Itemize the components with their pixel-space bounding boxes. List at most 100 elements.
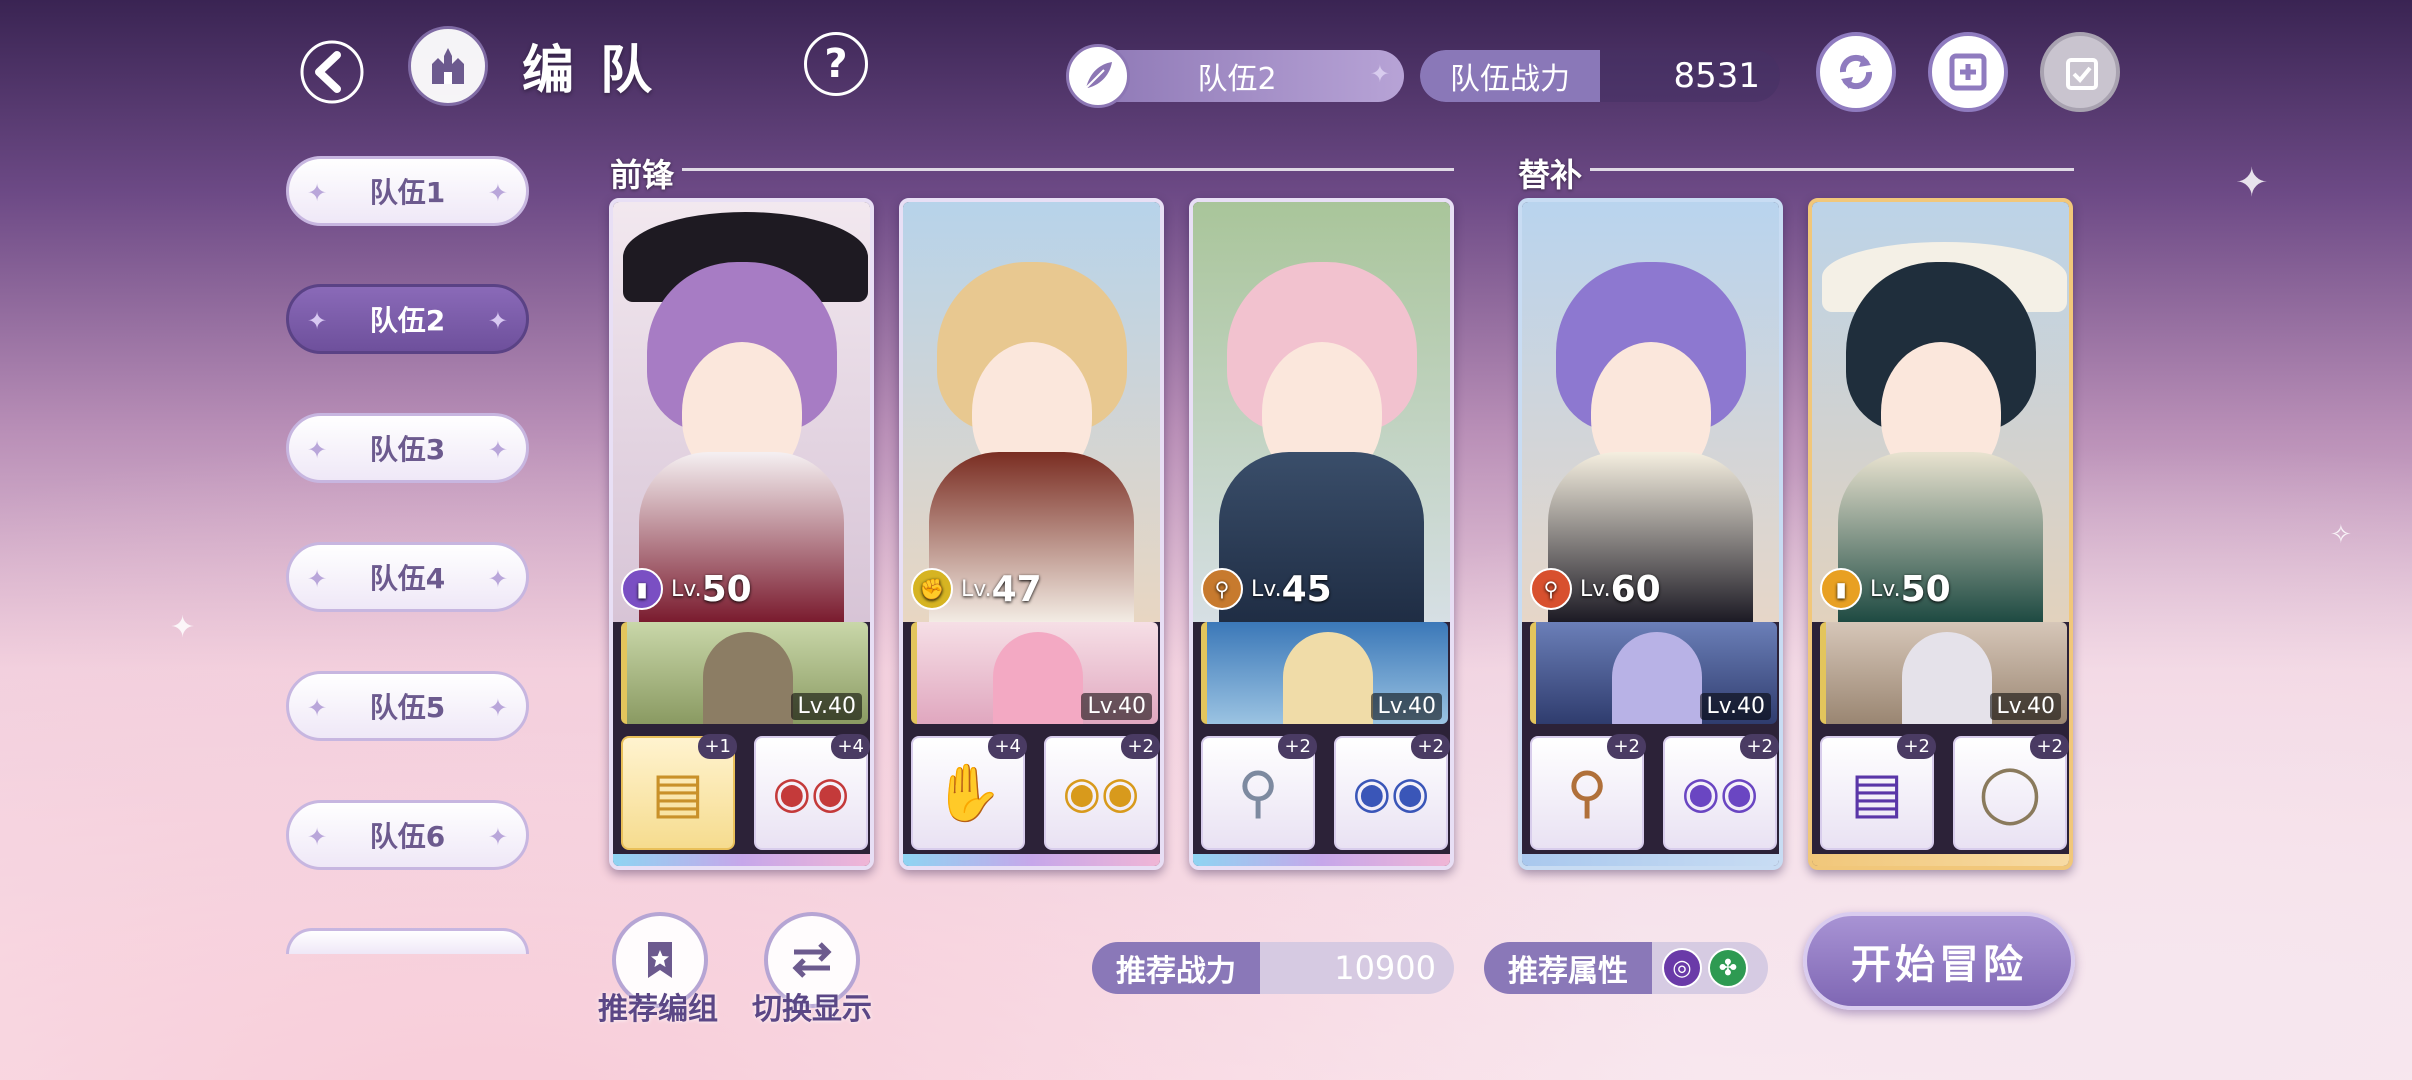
tab-team-1[interactable]: ✦ 队伍1 ✦ [286,156,529,226]
equipment-slot[interactable]: ◉◉ +2 [1334,734,1450,850]
tab-team-7-partial[interactable] [286,928,529,954]
support-slot[interactable]: Lv.40 [621,622,868,724]
team-selector[interactable]: 队伍2 ✦ [1066,44,1404,108]
enhance-badge: +2 [1740,734,1779,759]
support-slot[interactable]: Lv.40 [1820,622,2067,724]
scepter-icon: ⚲ [1566,760,1608,826]
tab-label: 队伍5 [369,691,446,724]
star-icon: ✦ [487,179,508,207]
castle-icon [432,48,464,84]
support-level: Lv.40 [1700,693,1771,720]
equipment-slot[interactable]: ◯ +2 [1953,734,2069,850]
add-team-button[interactable] [1928,32,2008,112]
earrings-icon: ◉◉ [1352,767,1430,819]
book-icon: ▮ [621,568,663,610]
bookmark-star-icon [648,942,672,978]
enhance-badge: +2 [1278,734,1317,759]
support-level: Lv.40 [1371,693,1442,720]
team-power-value: 8531 [1673,56,1760,96]
level-display: ✊ Lv. 47 [911,568,1042,610]
sub-divider [1590,168,2074,171]
clover-icon: ✤ [1708,948,1748,988]
character-portrait [613,202,870,622]
tab-label: 队伍6 [369,820,446,853]
equipment-slot[interactable]: ◉◉ +2 [1044,734,1160,850]
recommended-attributes: 推荐属性 ◎ ✤ [1484,942,1768,994]
star-icon: ✦ [307,307,328,335]
level-value: 50 [701,568,752,610]
equipment-slot[interactable]: ◉◉ +4 [754,734,870,850]
star-icon: ✦ [487,436,508,464]
confirm-button[interactable] [2040,32,2120,112]
equipment-slot[interactable]: ⚲ +2 [1530,734,1646,850]
tab-team-2[interactable]: ✦ 队伍2 ✦ [286,284,529,354]
equipment-slot[interactable]: ◉◉ +2 [1663,734,1779,850]
toggle-display-label: 切换显示 [752,992,872,1027]
front-section-title: 前锋 [610,156,675,194]
character-card[interactable]: ⚲ Lv. 60 Lv.40 ⚲ +2 ◉◉ +2 [1518,198,1783,870]
level-value: 60 [1610,568,1661,610]
selected-team-label: 队伍2 [1197,62,1277,97]
star-icon: ✦ [307,436,328,464]
tab-team-4[interactable]: ✦ 队伍4 ✦ [286,542,529,612]
support-level: Lv.40 [1081,693,1152,720]
enhance-badge: +4 [831,734,870,759]
enhance-badge: +2 [1121,734,1160,759]
support-slot[interactable]: Lv.40 [1530,622,1777,724]
level-value: 47 [991,568,1042,610]
recommended-power: 推荐战力 10900 [1092,942,1454,994]
support-level: Lv.40 [791,693,862,720]
sub-section-title: 替补 [1518,156,1583,194]
equipment-slot[interactable]: ▤ +2 [1820,734,1936,850]
back-button[interactable] [290,30,374,114]
equipment-slot[interactable]: ▤ +1 [621,734,737,850]
level-value: 50 [1900,568,1951,610]
star-icon: ✦ [487,307,508,335]
equipment-slot[interactable]: ✋ +4 [911,734,1027,850]
enhance-badge: +1 [698,734,737,759]
star-icon: ✦ [487,823,508,851]
equipment-slot[interactable]: ⚲ +2 [1201,734,1317,850]
help-button[interactable]: ? [804,32,868,96]
level-prefix: Lv. [1251,576,1282,602]
enhance-badge: +4 [988,734,1027,759]
sparkle-icon: ✧ [2330,520,2352,550]
star-icon: ✦ [487,694,508,722]
tab-team-6[interactable]: ✦ 队伍6 ✦ [286,800,529,870]
character-card[interactable]: ⚲ Lv. 45 Lv.40 ⚲ +2 ◉◉ +2 [1189,198,1454,870]
recommended-power-label: 推荐战力 [1092,942,1260,994]
enhance-badge: +2 [1411,734,1450,759]
start-adventure-button[interactable]: 开始冒险 [1803,912,2075,1010]
level-prefix: Lv. [1870,576,1901,602]
support-level: Lv.40 [1990,693,2061,720]
wand-icon: ⚲ [1530,568,1572,610]
star-icon: ✦ [487,565,508,593]
character-card[interactable]: ✊ Lv. 47 Lv.40 ✋ +4 ◉◉ +2 [899,198,1164,870]
character-portrait [903,202,1160,622]
earrings-icon: ◉◉ [1062,767,1140,819]
tab-team-5[interactable]: ✦ 队伍5 ✦ [286,671,529,741]
support-slot[interactable]: Lv.40 [911,622,1158,724]
level-display: ⚲ Lv. 45 [1201,568,1332,610]
tab-label: 队伍1 [369,176,446,209]
swirl-icon: ◎ [1662,948,1702,988]
feather-icon [1066,44,1130,108]
home-button[interactable] [408,26,488,106]
character-card[interactable]: ▮ Lv. 50 Lv.40 ▤ +2 ◯ +2 [1808,198,2073,870]
question-icon: ? [824,41,848,87]
level-value: 45 [1281,568,1332,610]
team-power: 队伍战力 8531 [1420,50,1780,102]
character-portrait [1522,202,1779,622]
swap-arrows-icon [792,942,832,978]
sparkle-icon: ✦ [170,610,196,645]
enhance-badge: +2 [1897,734,1936,759]
recommended-attributes-label: 推荐属性 [1484,942,1652,994]
character-card[interactable]: ▮ Lv. 50 Lv.40 ▤ +1 ◉◉ +4 [609,198,874,870]
refresh-icon [1839,54,1873,90]
tab-label: 队伍4 [369,562,446,595]
back-arrow-icon [300,40,364,104]
tab-team-3[interactable]: ✦ 队伍3 ✦ [286,413,529,483]
level-display: ⚲ Lv. 60 [1530,568,1661,610]
refresh-button[interactable] [1816,32,1896,112]
support-slot[interactable]: Lv.40 [1201,622,1448,724]
